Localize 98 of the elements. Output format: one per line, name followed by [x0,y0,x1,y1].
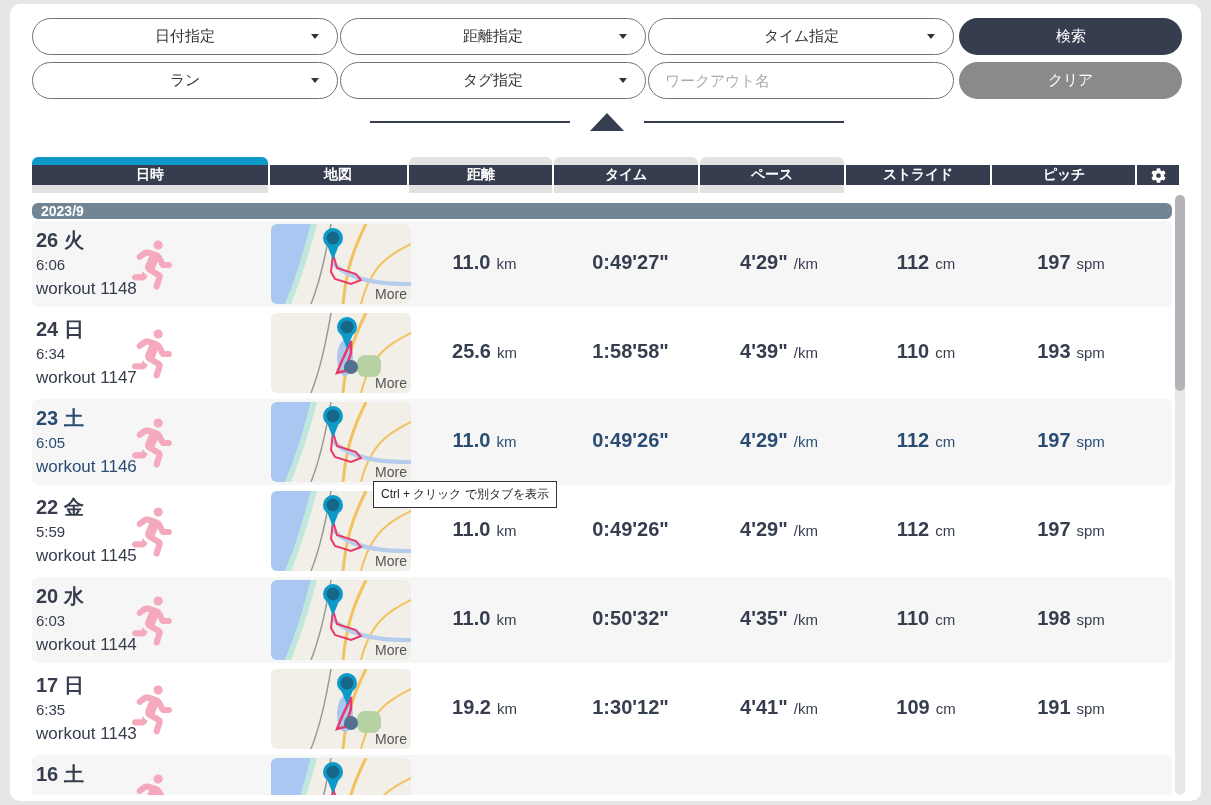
stride-value: 110 [896,340,930,362]
distance-value: 11.0 [452,607,491,629]
pitch-unit: spm [1076,522,1105,539]
pitch-value: 191 [1037,696,1071,718]
workout-name: workout 1146 [36,457,137,477]
settings-tab[interactable] [1137,165,1179,185]
pace-value: 4'29" [740,429,788,451]
pace-unit: /km [793,433,818,450]
distance-unit: km [496,344,517,361]
workout-date: 17 日 [36,673,84,698]
workout-name: workout 1145 [36,546,137,566]
workout-time: 5:59 [36,523,66,540]
workout-time: 6:06 [36,256,66,273]
more-link[interactable]: More [375,375,407,391]
more-link[interactable]: More [375,731,407,747]
distance-unit: km [496,255,517,272]
distance-value: 19.2 [452,696,491,718]
pitch-unit: spm [1076,255,1105,272]
pace-unit: /km [793,344,818,361]
month-group-header: 2023/9 [32,203,1173,219]
distance-value: 11.0 [452,251,491,273]
pitch-value: 197 [1037,429,1071,451]
stride-unit: cm [935,522,956,539]
pitch-value: 197 [1037,251,1071,273]
filter-dropdown[interactable]: ラン [32,62,338,99]
stride-unit: cm [935,255,956,272]
pace-value: 4'39" [740,340,788,362]
distance-value: 25.6 [452,340,491,362]
workout-row[interactable]: 16 土 [32,755,1173,795]
more-link[interactable]: More [375,464,407,480]
pitch-value: 198 [1037,607,1071,629]
pace-value: 4'35" [740,607,788,629]
distance-value: 11.0 [452,429,491,451]
workout-name: workout 1144 [36,635,137,655]
tooltip: Ctrl + クリック で別タブを表示 [373,481,557,508]
workout-row[interactable]: 20 水 6:03 workout 1144 More 11.0 km 0:50'32" 4'35" /km 110 cm 198 spm [32,577,1173,663]
stride-unit: cm [935,344,956,361]
workout-date: 20 水 [36,584,84,609]
stride-value: 110 [896,607,930,629]
column-tab[interactable]: 距離 [408,157,553,193]
collapse-icon[interactable] [589,113,624,131]
distance-unit: km [496,611,517,628]
pitch-unit: spm [1076,611,1105,628]
filter-dropdown[interactable]: 距離指定 [340,18,646,55]
column-tab[interactable]: 日時 [32,157,268,193]
distance-unit: km [496,522,517,539]
workout-time: 6:34 [36,345,66,362]
stride-value: 112 [896,251,930,273]
workout-row[interactable]: 26 火 6:06 workout 1148 More 11.0 km 0:49'27" 4'29" /km 112 cm 197 spm [32,221,1173,307]
stride-value: 109 [896,696,930,718]
stride-unit: cm [935,433,956,450]
settings-icon [1150,167,1166,183]
pace-unit: /km [793,522,818,539]
pace-unit: /km [793,611,818,628]
more-link[interactable]: More [375,553,407,569]
duration-value: 0:49'26" [592,518,669,540]
workout-name: workout 1148 [36,279,137,299]
filter-dropdown[interactable]: 日付指定 [32,18,338,55]
distance-unit: km [496,700,517,717]
stride-value: 112 [896,518,930,540]
scrollbar[interactable] [1175,195,1185,795]
workout-name: workout 1147 [36,368,137,388]
workout-time: 6:05 [36,434,66,451]
workout-date: 16 土 [36,762,84,787]
pitch-value: 197 [1037,518,1071,540]
pace-value: 4'41" [740,696,788,718]
more-link[interactable]: More [375,286,407,302]
distance-value: 11.0 [452,518,491,540]
pitch-unit: spm [1076,344,1105,361]
filter-dropdown[interactable]: タイム指定 [648,18,954,55]
duration-value: 1:30'12" [592,696,669,718]
column-tab[interactable]: ペース [700,157,844,193]
workout-time: 6:35 [36,701,66,718]
workout-date: 24 日 [36,317,84,342]
duration-value: 0:50'32" [592,607,669,629]
search-button[interactable]: 検索 [959,18,1182,55]
pitch-value: 193 [1037,340,1071,362]
stride-unit: cm [935,700,956,717]
pace-value: 4'29" [740,518,788,540]
stride-value: 112 [896,429,930,451]
duration-value: 0:49'27" [592,251,669,273]
workout-name: workout 1143 [36,724,137,744]
workout-date: 26 火 [36,228,84,253]
pitch-unit: spm [1076,700,1105,717]
duration-value: 1:58'58" [592,340,669,362]
workout-time: 6:03 [36,612,66,629]
pace-unit: /km [793,700,818,717]
more-link[interactable]: More [375,642,407,658]
duration-value: 0:49'26" [592,429,669,451]
filter-dropdown[interactable]: タグ指定 [340,62,646,99]
pace-unit: /km [793,255,818,272]
pitch-unit: spm [1076,433,1105,450]
distance-unit: km [496,433,517,450]
workout-date: 23 土 [36,406,84,431]
stride-unit: cm [935,611,956,628]
column-tab[interactable]: タイム [554,157,699,193]
pace-value: 4'29" [740,251,788,273]
workout-name-field[interactable]: ワークアウト名 [648,62,954,99]
